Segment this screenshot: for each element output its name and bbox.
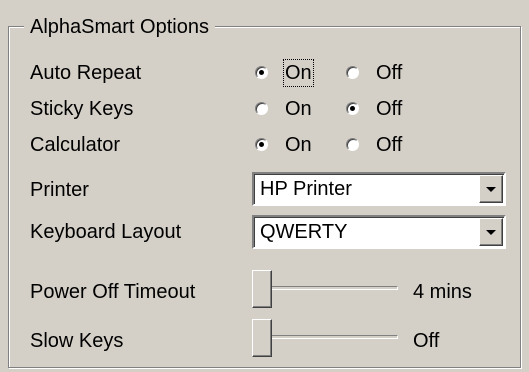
- calculator-off-radio[interactable]: [346, 138, 359, 151]
- printer-label: Printer: [30, 179, 89, 201]
- sticky-keys-on-radio[interactable]: [255, 102, 268, 115]
- auto-repeat-off-label[interactable]: Off: [376, 61, 402, 85]
- sticky-keys-on-label[interactable]: On: [285, 97, 312, 121]
- slow-keys-label: Slow Keys: [30, 330, 124, 352]
- calculator-on-radio[interactable]: [255, 138, 268, 151]
- printer-select[interactable]: HP Printer: [252, 172, 506, 206]
- auto-repeat-on-radio[interactable]: [255, 66, 268, 79]
- auto-repeat-off-radio[interactable]: [346, 66, 359, 79]
- sticky-keys-off-radio[interactable]: [346, 102, 359, 115]
- slow-keys-slider-track[interactable]: [262, 335, 398, 339]
- keyboard-layout-label: Keyboard Layout: [30, 221, 182, 243]
- sticky-keys-label: Sticky Keys: [30, 98, 134, 120]
- calculator-label: Calculator: [30, 134, 121, 156]
- power-off-timeout-slider-thumb[interactable]: [252, 270, 272, 308]
- group-title: AlphaSmart Options: [24, 15, 215, 39]
- slow-keys-value: Off: [413, 330, 440, 352]
- slow-keys-slider-thumb[interactable]: [252, 319, 272, 357]
- auto-repeat-on-label[interactable]: On: [283, 59, 314, 87]
- sticky-keys-off-label[interactable]: Off: [376, 97, 402, 121]
- auto-repeat-label: Auto Repeat: [30, 62, 142, 84]
- printer-dropdown-arrow-icon[interactable]: [479, 175, 503, 203]
- calculator-off-label[interactable]: Off: [376, 133, 402, 157]
- calculator-on-label[interactable]: On: [285, 133, 312, 157]
- printer-selected-value: HP Printer: [260, 178, 352, 200]
- power-off-timeout-slider-track[interactable]: [262, 286, 398, 290]
- keyboard-layout-dropdown-arrow-icon[interactable]: [479, 218, 503, 246]
- keyboard-layout-selected-value: QWERTY: [260, 221, 348, 243]
- power-off-timeout-value: 4 mins: [413, 281, 472, 303]
- keyboard-layout-select[interactable]: QWERTY: [252, 215, 506, 249]
- power-off-timeout-label: Power Off Timeout: [30, 281, 196, 303]
